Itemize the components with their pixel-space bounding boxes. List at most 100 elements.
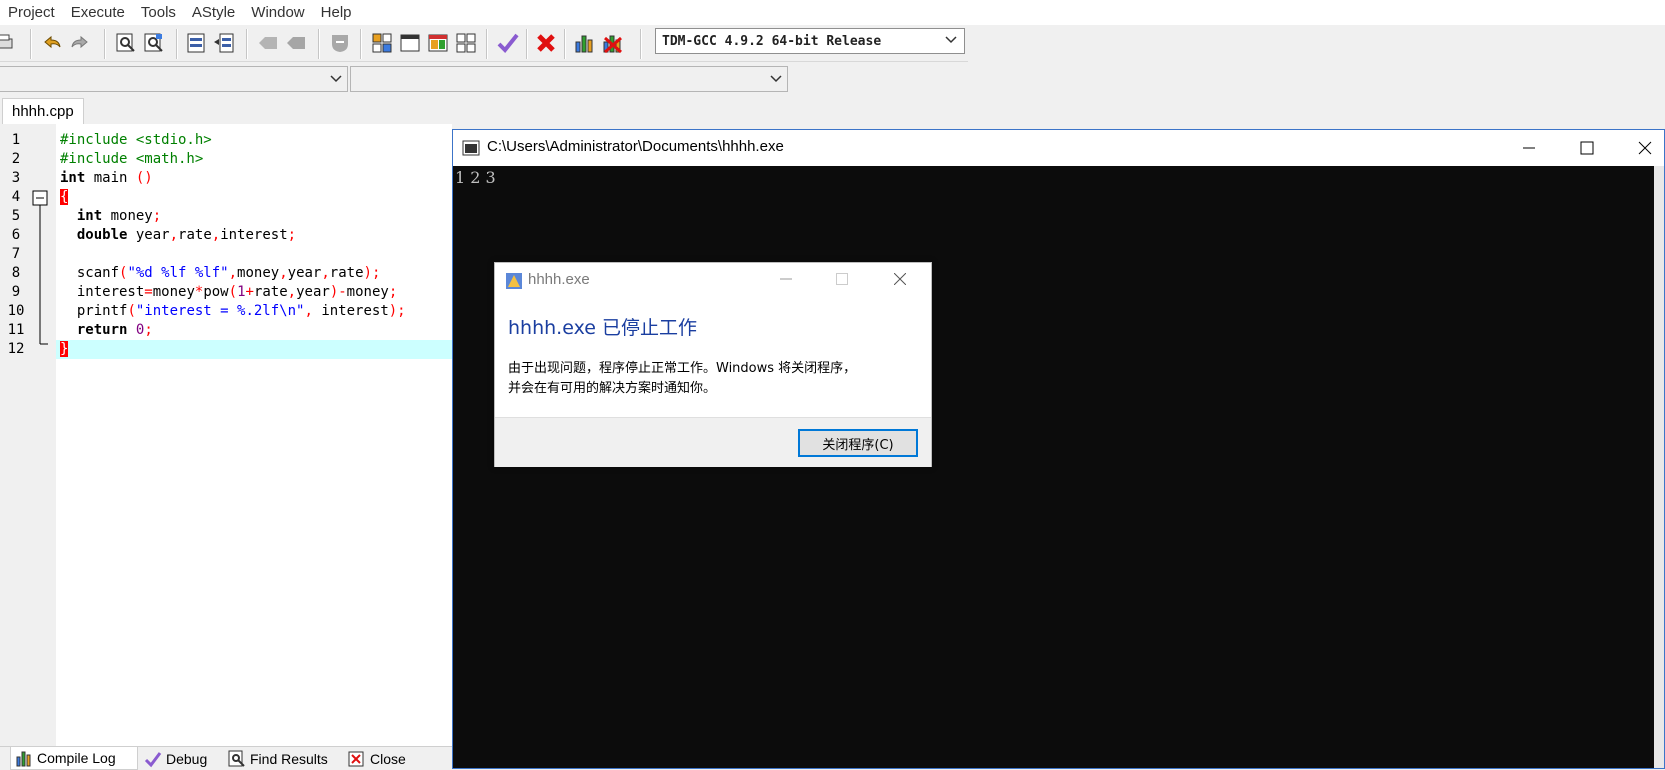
tab-find-results[interactable]: Find Results: [224, 747, 340, 770]
editor-tab-strip: hhhh.cpp: [0, 96, 452, 125]
unindent-icon: [214, 33, 234, 53]
close-button[interactable]: [1616, 130, 1665, 166]
tab-close[interactable]: Close: [344, 747, 424, 770]
tiles-button[interactable]: [454, 31, 478, 55]
comment-button[interactable]: [328, 31, 352, 55]
console-scrollbar[interactable]: [1654, 166, 1664, 768]
member-select[interactable]: [350, 66, 788, 92]
minimize-icon: [1523, 147, 1535, 149]
maximize-icon: [1580, 141, 1594, 155]
grid-icon: [372, 33, 392, 53]
delete-chart-icon: [603, 35, 622, 54]
code-line: double year,rate,interest;: [76, 227, 297, 243]
dialog-minimize-button[interactable]: [763, 263, 809, 295]
code-line: #include <stdio.h>: [60, 132, 212, 148]
tab-debug[interactable]: Debug: [140, 747, 220, 770]
menu-tools[interactable]: Tools: [133, 0, 184, 25]
line-number: 11: [7, 322, 25, 338]
toolbar-separator: [360, 29, 362, 59]
dialog-footer: 关闭程序(C): [495, 417, 931, 467]
find-icon: [228, 750, 245, 767]
toolbar-separator: [30, 29, 32, 59]
menu-window[interactable]: Window: [243, 0, 312, 25]
delete-profile-button[interactable]: [600, 31, 624, 55]
minimize-button[interactable]: [1500, 130, 1558, 166]
tab-compile-log[interactable]: Compile Log: [10, 747, 138, 770]
chevron-down-icon: [330, 75, 342, 83]
profile-button[interactable]: [572, 31, 596, 55]
toolbar-separator: [526, 29, 528, 59]
dialog-heading: hhhh.exe 已停止工作: [508, 317, 697, 339]
code-line: int main (): [60, 170, 153, 186]
fold-marker[interactable]: [32, 188, 52, 348]
menu-project[interactable]: Project: [0, 0, 63, 25]
print-button[interactable]: [0, 31, 16, 55]
colored-window-button[interactable]: [426, 31, 450, 55]
tiles-icon: [456, 33, 476, 53]
dialog-message: 由于出现问题，程序停止正常工作。Windows 将关闭程序， 并会在有可用的解决…: [508, 359, 918, 399]
line-number: 5: [11, 208, 21, 224]
redo-button[interactable]: [68, 31, 92, 55]
toolbar-separator: [486, 29, 488, 59]
menu-astyle[interactable]: AStyle: [184, 0, 243, 25]
bookmark-back-button[interactable]: [256, 31, 280, 55]
redo-icon: [71, 35, 88, 49]
maximize-icon: [836, 273, 848, 285]
line-number: 7: [11, 246, 21, 262]
close-icon: [894, 273, 906, 285]
unindent-button[interactable]: [212, 31, 236, 55]
compiler-select[interactable]: TDM-GCC 4.9.2 64-bit Release: [655, 28, 965, 54]
compile-check-button[interactable]: [496, 31, 520, 55]
line-number-gutter: 1 2 3 4 5 6 7 8 9 10 11 12: [0, 124, 56, 746]
console-title-bar[interactable]: C:\Users\Administrator\Documents\hhhh.ex…: [453, 130, 1664, 166]
code-line: return 0;: [76, 322, 153, 338]
tab-hhhh-cpp[interactable]: hhhh.cpp: [2, 98, 84, 125]
toolbar-separator: [104, 29, 106, 59]
close-icon: [1638, 141, 1652, 155]
find-button[interactable]: [114, 31, 138, 55]
code-line: int money;: [76, 208, 162, 224]
close-program-button[interactable]: 关闭程序(C): [798, 429, 918, 457]
replace-icon: [144, 33, 163, 52]
dialog-close-button[interactable]: [877, 263, 923, 295]
current-line-highlight: [56, 340, 452, 359]
new-project-button[interactable]: [370, 31, 394, 55]
shield-icon: [332, 35, 348, 52]
tab-label: Close: [370, 750, 406, 767]
line-number: 9: [11, 284, 21, 300]
bookmark-back-icon: [259, 37, 277, 49]
error-dialog: hhhh.exe hhhh.exe 已停止工作 由于出现问题，程序停止正常工作。…: [494, 262, 932, 467]
toolbar-separator: [640, 29, 642, 59]
bookmark-forward-button[interactable]: [284, 31, 308, 55]
dialog-message-line: 并会在有可用的解决方案时通知你。: [508, 381, 717, 396]
line-number: 3: [11, 170, 21, 186]
stop-button[interactable]: [534, 31, 558, 55]
menu-execute[interactable]: Execute: [63, 0, 133, 25]
indent-button[interactable]: [184, 31, 208, 55]
toolbar-separator: [246, 29, 248, 59]
line-number: 10: [7, 303, 25, 319]
dialog-title: hhhh.exe: [528, 271, 590, 288]
toolbar-separator: [176, 29, 178, 59]
dialog-maximize-button: [819, 263, 865, 295]
minimize-icon: [780, 278, 792, 280]
bottom-panel-tabs: Compile Log Debug Find Results Close: [0, 746, 452, 770]
line-number: 8: [11, 265, 21, 281]
toolbar: TDM-GCC 4.9.2 64-bit Release: [0, 25, 968, 62]
chevron-down-icon: [945, 36, 957, 44]
app-icon: [506, 273, 522, 289]
code-editor[interactable]: 1 2 3 4 5 6 7 8 9 10 11 12 #include <std…: [0, 124, 452, 746]
window-button[interactable]: [398, 31, 422, 55]
maximize-button[interactable]: [1558, 130, 1616, 166]
checkmark-icon: [497, 33, 519, 53]
find-icon: [116, 33, 135, 52]
window-icon: [400, 34, 420, 52]
menu-help[interactable]: Help: [313, 0, 360, 25]
class-select[interactable]: [0, 66, 348, 92]
checkmark-icon: [144, 751, 162, 767]
replace-button[interactable]: [142, 31, 166, 55]
bookmark-forward-icon: [287, 37, 305, 49]
code-line: interest=money*pow(1+rate,year)-money;: [60, 284, 398, 300]
undo-button[interactable]: [40, 31, 64, 55]
line-number: 1: [11, 132, 21, 148]
